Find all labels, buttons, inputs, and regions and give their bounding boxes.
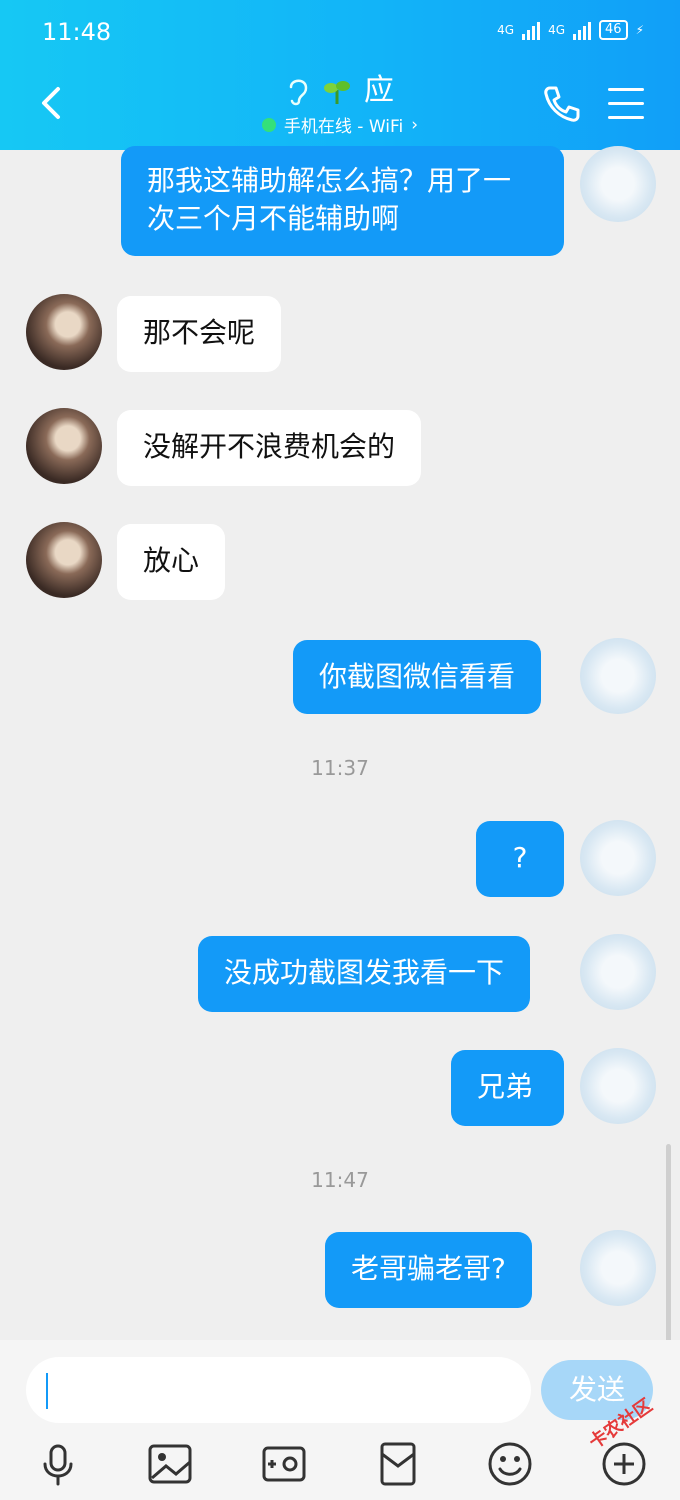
input-bar: 发送 [0,1340,680,1500]
contact-name: 应 [364,73,394,108]
text-caret [46,1373,48,1409]
signal-icon [522,20,541,40]
message-bubble[interactable]: 那不会呢 [117,296,282,372]
network-label-1: 4G [497,23,515,37]
avatar[interactable] [26,294,102,370]
avatar[interactable] [26,522,102,598]
message-bubble[interactable]: 老哥骗老哥? [325,1232,532,1308]
charging-icon: ⚡ [635,23,644,37]
avatar[interactable] [26,408,102,484]
red-packet-icon[interactable] [374,1440,422,1488]
signal-icon-2 [573,20,592,40]
status-icons: 4G 4G 46 ⚡ [497,20,644,40]
menu-icon[interactable] [608,88,644,130]
scrollbar[interactable] [666,1144,671,1344]
avatar[interactable] [580,934,656,1010]
message-bubble[interactable]: 没解开不浪费机会的 [117,410,422,486]
message-bubble[interactable]: ? [476,821,564,897]
avatar[interactable] [580,1230,656,1306]
message-bubble[interactable]: 兄弟 [451,1050,564,1126]
toolbar [0,1440,680,1490]
status-time: 11:48 [42,18,112,46]
battery-icon: 46 [599,20,628,40]
phone-icon[interactable] [542,84,582,124]
avatar[interactable] [580,1048,656,1124]
network-label-2: 4G [548,23,566,37]
message-bubble[interactable]: 你截图微信看看 [293,640,542,714]
timestamp: 11:47 [311,1168,369,1192]
sprout-icon [324,81,350,104]
avatar[interactable] [580,638,656,714]
timestamp: 11:37 [311,756,369,780]
online-dot [261,117,276,132]
message-input[interactable] [26,1357,531,1423]
presence-text: 手机在线 - WiFi [283,117,404,137]
camera-icon[interactable] [260,1440,308,1488]
avatar[interactable] [580,146,656,222]
image-icon[interactable] [146,1440,194,1488]
ear-icon [289,79,308,106]
message-bubble[interactable]: 没成功截图发我看一下 [198,936,531,1012]
chevron-right-icon: › [411,114,419,135]
emoji-icon[interactable] [486,1440,534,1488]
message-bubble[interactable]: 那我这辅助解怎么搞？用了一次三个月不能辅助啊 [121,146,564,256]
mic-icon[interactable] [34,1440,82,1488]
avatar[interactable] [580,820,656,896]
message-bubble[interactable]: 放心 [117,524,226,600]
chat-header: 11:48 4G 4G 46 ⚡ 应 手机在线 - WiFi › [0,0,680,150]
